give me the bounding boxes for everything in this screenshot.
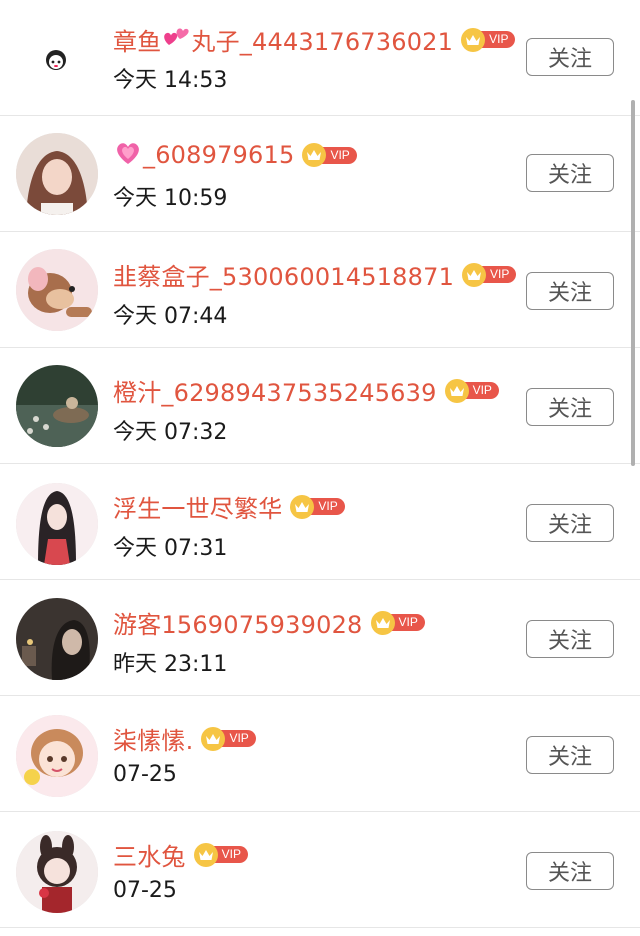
follow-button[interactable]: 关注: [526, 852, 614, 890]
name-line: 韭蔡盒子_530060014518871 VIP: [113, 257, 517, 292]
timestamp: 今天 14:53: [113, 68, 228, 93]
vip-badge: VIP: [444, 378, 499, 403]
scrollbar[interactable]: [631, 100, 635, 466]
follow-button[interactable]: 关注: [526, 154, 614, 192]
list-item[interactable]: _608979615 VIP 今天 10:59 关注: [0, 116, 640, 232]
name-line: 三水兔 VIP: [113, 837, 248, 872]
list-item[interactable]: 三水兔 VIP 07-25 关注: [0, 812, 640, 928]
avatar[interactable]: [16, 249, 98, 331]
crown-icon: [462, 262, 487, 287]
user-name: 浮生一世尽繁华: [113, 495, 283, 523]
list-item[interactable]: 浮生一世尽繁华 VIP 今天 07:31 关注: [0, 464, 640, 580]
vip-badge: VIP: [302, 143, 357, 167]
crown-icon: [444, 378, 469, 403]
avatar[interactable]: [16, 365, 98, 447]
name-line: 章鱼 丸子_4443176736021 VIP: [113, 22, 516, 57]
avatar[interactable]: [16, 133, 98, 215]
user-name-part: 章鱼: [113, 28, 162, 56]
timestamp: 今天 10:59: [113, 186, 228, 211]
vip-badge: VIP: [461, 27, 516, 52]
crown-icon: [193, 842, 218, 867]
follow-button[interactable]: 关注: [526, 736, 614, 774]
avatar[interactable]: [16, 831, 98, 913]
name-line: _608979615 VIP: [113, 139, 357, 171]
name-line: 游客1569075939028 VIP: [113, 605, 425, 640]
list-item[interactable]: 游客1569075939028 VIP 昨天 23:11 关注: [0, 580, 640, 696]
user-list: 章鱼 丸子_4443176736021 VIP 今天 14:53 关注 _608…: [0, 0, 640, 936]
user-name: 韭蔡盒子_530060014518871: [113, 263, 455, 291]
vip-badge: VIP: [193, 842, 248, 867]
avatar[interactable]: [16, 598, 98, 680]
name-line: 橙汁_62989437535245639 VIP: [113, 373, 499, 408]
vip-badge: VIP: [290, 494, 345, 519]
timestamp: 今天 07:32: [113, 420, 228, 445]
user-name: 三水兔: [113, 843, 186, 871]
avatar[interactable]: [16, 715, 98, 797]
user-name-part: 丸子_4443176736021: [191, 28, 454, 56]
follow-button[interactable]: 关注: [526, 620, 614, 658]
timestamp: 昨天 23:11: [113, 652, 228, 677]
timestamp: 07-25: [113, 762, 177, 787]
crown-icon: [201, 726, 226, 751]
follow-button[interactable]: 关注: [526, 504, 614, 542]
vip-badge: VIP: [462, 262, 517, 287]
sparkling-heart-icon: [113, 139, 143, 171]
follow-button[interactable]: 关注: [526, 38, 614, 76]
timestamp: 今天 07:44: [113, 304, 228, 329]
user-name: 游客1569075939028: [113, 611, 363, 639]
timestamp: 今天 07:31: [113, 536, 228, 561]
list-item[interactable]: 章鱼 丸子_4443176736021 VIP 今天 14:53 关注: [0, 0, 640, 116]
two-hearts-icon: [161, 25, 191, 55]
list-item[interactable]: 橙汁_62989437535245639 VIP 今天 07:32 关注: [0, 348, 640, 464]
name-line: 柒愫愫. VIP: [113, 721, 256, 756]
user-name: 柒愫愫.: [113, 727, 194, 755]
name-line: 浮生一世尽繁华 VIP: [113, 489, 345, 524]
list-item[interactable]: 韭蔡盒子_530060014518871 VIP 今天 07:44 关注: [0, 232, 640, 348]
avatar[interactable]: [42, 45, 70, 73]
timestamp: 07-25: [113, 878, 177, 903]
follow-button[interactable]: 关注: [526, 388, 614, 426]
user-name: _608979615: [143, 141, 295, 169]
vip-badge: VIP: [201, 726, 256, 751]
avatar[interactable]: [16, 483, 98, 565]
crown-icon: [370, 610, 395, 635]
crown-icon: [290, 494, 315, 519]
vip-badge: VIP: [370, 610, 425, 635]
follow-button[interactable]: 关注: [526, 272, 614, 310]
user-name: 橙汁_62989437535245639: [113, 379, 437, 407]
crown-icon: [461, 27, 486, 52]
list-item[interactable]: 柒愫愫. VIP 07-25 关注: [0, 696, 640, 812]
